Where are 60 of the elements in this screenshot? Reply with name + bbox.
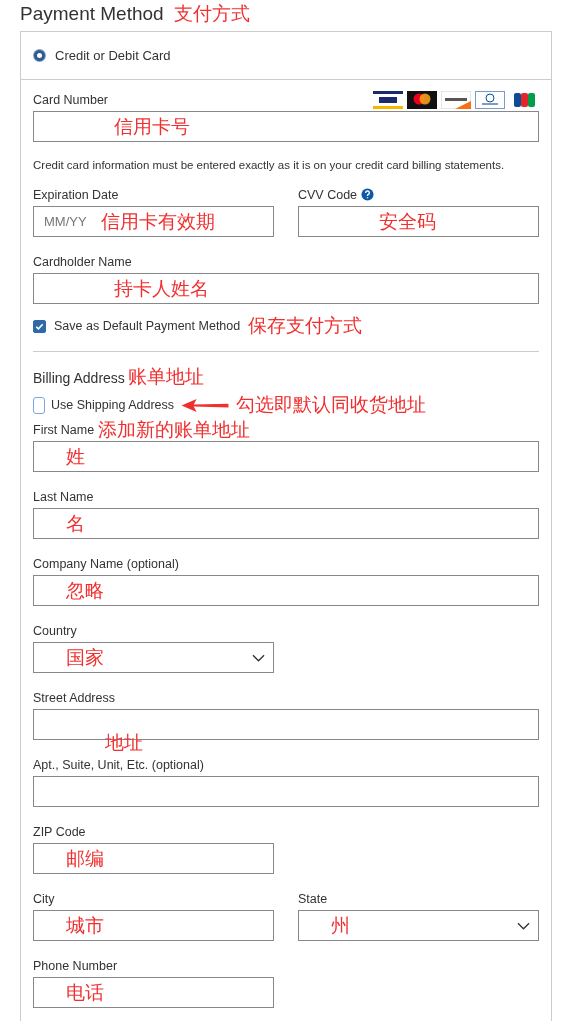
annotation: 姓	[65, 444, 85, 469]
input-field[interactable]: 忽略	[33, 575, 539, 606]
field-label: ZIP Code	[33, 824, 86, 839]
checkbox-label: Save as Default Payment Method	[54, 319, 241, 333]
annotation: 保存支付方式	[248, 314, 363, 338]
help-icon[interactable]	[361, 188, 375, 201]
field-label: First Name	[33, 422, 95, 437]
input-field[interactable]: 信用卡号	[33, 111, 539, 142]
card-logo-icon	[441, 90, 471, 109]
section-title: Payment Method	[20, 3, 164, 25]
field-label: Apt., Suite, Unit, Etc. (optional)	[33, 757, 204, 772]
annotation: 州	[330, 913, 350, 938]
input-field[interactable]: 邮编	[33, 843, 274, 874]
section-label: Billing Address	[33, 370, 125, 386]
field-label: Street Address	[33, 690, 115, 705]
annotation: 忽略	[65, 578, 104, 603]
field-label: Last Name	[33, 489, 94, 504]
input-field[interactable]: MM/YY 信用卡有效期	[33, 206, 274, 237]
annotation: 勾选即默认同收货地址	[236, 393, 426, 417]
chevron-down-icon	[252, 654, 265, 662]
field-label: CVV Code	[298, 187, 358, 202]
annotation: 国家	[65, 645, 104, 670]
annotation: 邮编	[65, 846, 104, 871]
input-field[interactable]: 持卡人姓名	[33, 273, 539, 304]
field-label: State	[298, 891, 328, 906]
annotation: 名	[65, 511, 85, 536]
field-label: Phone Number	[33, 958, 118, 973]
field-label: Card Number	[33, 92, 109, 107]
annotation: 持卡人姓名	[113, 276, 209, 301]
input-field[interactable]: 城市	[33, 910, 274, 941]
annotation: 安全码	[378, 209, 436, 234]
checkbox-label: Use Shipping Address	[51, 398, 174, 412]
field-label: Company Name (optional)	[33, 556, 179, 571]
checkbox[interactable]	[33, 396, 45, 414]
annotation: 账单地址	[127, 365, 204, 389]
annotation: 信用卡号	[113, 114, 190, 139]
option-label: Credit or Debit Card	[55, 48, 171, 63]
input-field[interactable]: 姓	[33, 441, 539, 472]
checkbox[interactable]	[33, 319, 46, 333]
radio-button[interactable]	[34, 50, 45, 61]
chevron-down-icon	[517, 922, 530, 930]
card-logo-icon	[475, 90, 505, 109]
arrow-icon	[180, 397, 230, 413]
field-label: Expiration Date	[33, 187, 119, 202]
input-field[interactable]: 安全码	[298, 206, 539, 237]
input-field[interactable]: 电话	[33, 977, 274, 1008]
info-text: Credit card information must be entered exactly as it is on your credit card billing statements.	[33, 159, 506, 171]
annotation: 添加新的账单地址	[98, 417, 251, 442]
annotation: 支付方式	[173, 2, 250, 26]
annotation: 电话	[65, 980, 104, 1005]
annotation: 城市	[65, 913, 104, 938]
field-label: Country	[33, 623, 77, 638]
input-field[interactable]	[33, 776, 539, 807]
card-logo-icon	[407, 90, 437, 109]
field-label: Cardholder Name	[33, 254, 132, 269]
dropdown[interactable]: 州	[298, 910, 539, 941]
annotation: 信用卡有效期	[100, 209, 215, 234]
input-field[interactable]: 名	[33, 508, 539, 539]
field-label: City	[33, 891, 55, 906]
dropdown[interactable]: 国家	[33, 642, 274, 673]
